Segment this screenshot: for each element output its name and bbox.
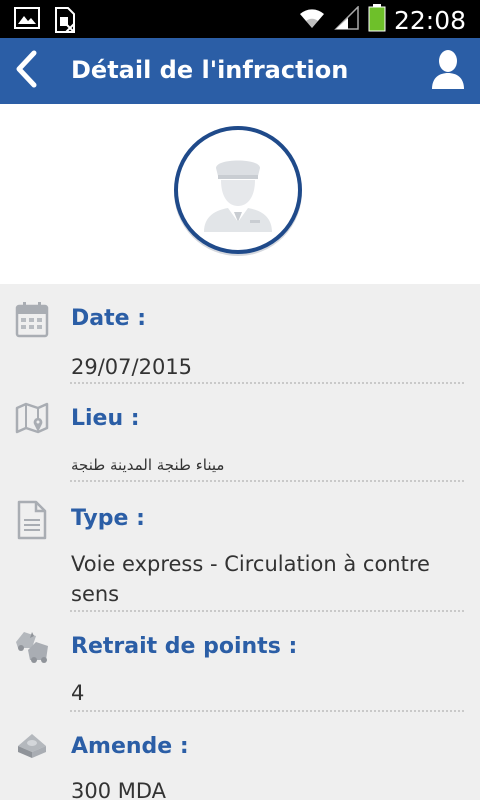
police-officer-icon <box>172 126 304 262</box>
points-value: 4 <box>71 681 85 705</box>
user-profile-button[interactable] <box>426 48 470 94</box>
points-label: Retrait de points : <box>71 634 298 659</box>
document-icon <box>14 500 50 540</box>
divider <box>70 610 464 612</box>
signal-icon <box>334 5 360 34</box>
lieu-label: Lieu : <box>71 406 140 431</box>
wifi-icon <box>298 6 326 34</box>
car-crash-icon <box>14 626 50 666</box>
sim-card-icon <box>54 7 76 37</box>
user-icon <box>430 49 466 93</box>
date-label: Date : <box>71 306 147 331</box>
divider <box>70 480 464 482</box>
divider <box>70 382 464 384</box>
clock: 22:08 <box>393 5 466 35</box>
date-value: 29/07/2015 <box>71 355 193 379</box>
type-label: Type : <box>71 506 145 531</box>
image-icon <box>14 7 40 37</box>
type-value: Voie express - Circulation à contre sens <box>71 552 430 606</box>
app-bar: Détail de l'infraction <box>0 38 480 104</box>
battery-icon <box>368 4 386 36</box>
avatar <box>172 126 304 258</box>
status-bar: 22:08 <box>0 0 480 38</box>
page-title: Détail de l'infraction <box>71 56 349 84</box>
map-pin-icon <box>14 400 50 440</box>
divider <box>70 710 464 712</box>
chevron-left-icon <box>14 50 38 92</box>
money-icon <box>14 726 50 766</box>
back-button[interactable] <box>6 48 46 94</box>
avatar-section <box>0 104 480 284</box>
infraction-details: Date : 29/07/2015 Lieu : ميناء طنجة المد… <box>0 284 480 800</box>
amende-label: Amende : <box>71 734 189 759</box>
amende-value[interactable]: 300 MDA <box>71 776 463 800</box>
lieu-value: ميناء طنجة المدينة طنجة <box>71 456 225 474</box>
calendar-icon <box>14 300 50 340</box>
